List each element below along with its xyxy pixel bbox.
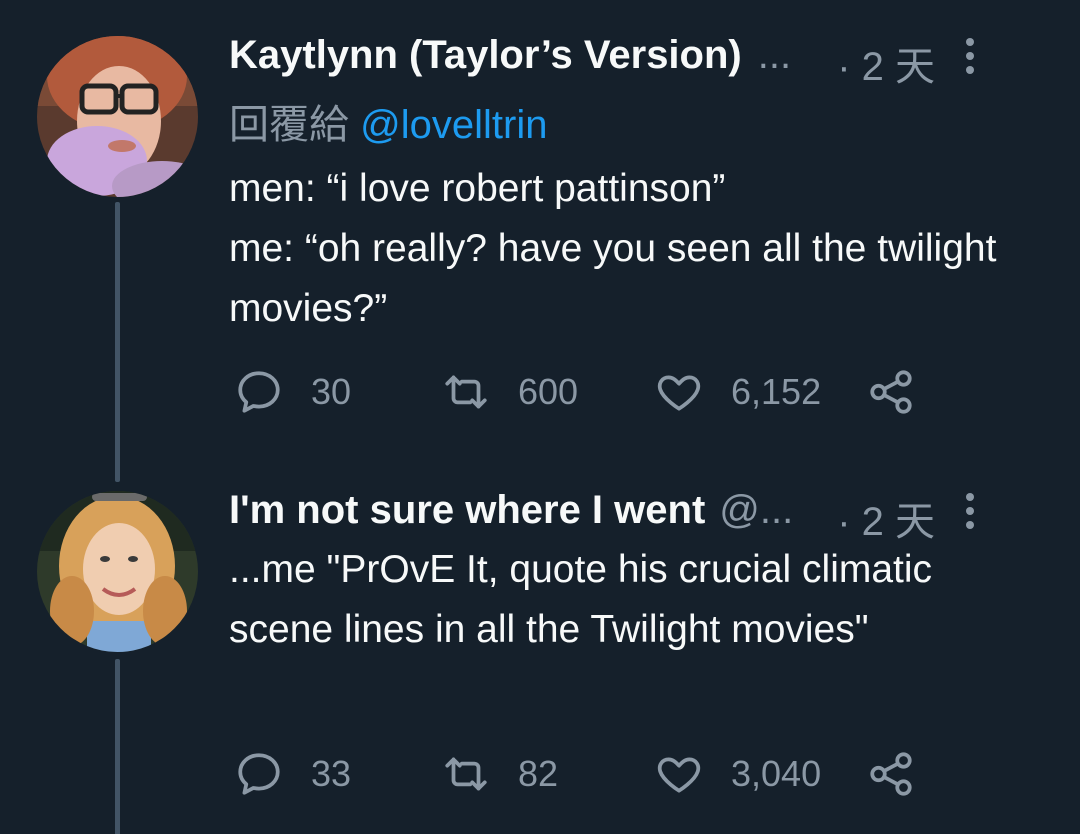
- like-button[interactable]: 6,152: [654, 362, 821, 422]
- reply-icon: [238, 753, 280, 795]
- thread-line: [115, 659, 120, 834]
- retweet-icon: [445, 375, 487, 409]
- share-button[interactable]: [866, 362, 916, 422]
- tweet-header: I'm not sure where I went @... · 2 天: [229, 485, 1030, 544]
- tweet[interactable]: Kaytlynn (Taylor’s Version) ... · 2 天 回覆…: [0, 0, 1080, 482]
- reply-button[interactable]: 30: [234, 362, 351, 422]
- retweet-icon: [445, 757, 487, 791]
- tweet-text: ...me "PrOvE It, quote his crucial clima…: [229, 548, 943, 651]
- retweet-button[interactable]: 82: [441, 744, 558, 804]
- reply-prefix: 回覆給: [229, 103, 349, 147]
- timestamp[interactable]: · 2 天: [837, 34, 935, 92]
- reply-mention-link[interactable]: @lovelltrin: [360, 103, 547, 147]
- share-button[interactable]: [866, 744, 916, 804]
- retweet-button[interactable]: 600: [441, 362, 578, 422]
- handle[interactable]: @...: [719, 488, 793, 533]
- avatar[interactable]: [37, 36, 198, 197]
- display-name[interactable]: Kaytlynn (Taylor’s Version): [229, 33, 742, 78]
- like-button[interactable]: 3,040: [654, 744, 821, 804]
- tweet-header: Kaytlynn (Taylor’s Version) ... · 2 天: [229, 30, 1030, 89]
- tweet-text: men: “i love robert pattinson” me: “oh r…: [229, 167, 997, 330]
- reply-context: 回覆給 @lovelltrin: [229, 92, 547, 150]
- reply-icon: [238, 371, 280, 413]
- tweet[interactable]: I'm not sure where I went @... · 2 天 ...…: [0, 455, 1080, 834]
- share-icon: [870, 370, 912, 414]
- avatar-image: [37, 36, 198, 197]
- more-icon[interactable]: [962, 491, 978, 531]
- timestamp[interactable]: · 2 天: [837, 489, 935, 547]
- share-icon: [870, 752, 912, 796]
- avatar-image: [37, 491, 198, 652]
- display-name[interactable]: I'm not sure where I went: [229, 488, 705, 533]
- more-icon[interactable]: [962, 36, 978, 76]
- thread-line: [115, 202, 120, 482]
- retweet-count: 600: [518, 371, 579, 412]
- like-count: 6,152: [731, 371, 822, 412]
- retweet-count: 82: [518, 753, 559, 794]
- like-count: 3,040: [731, 753, 822, 794]
- reply-count: 30: [311, 371, 352, 412]
- heart-icon: [657, 375, 701, 411]
- reply-count: 33: [311, 753, 352, 794]
- handle-ellipsis: ...: [757, 32, 792, 77]
- reply-button[interactable]: 33: [234, 744, 351, 804]
- heart-icon: [657, 757, 701, 793]
- avatar[interactable]: [37, 491, 198, 652]
